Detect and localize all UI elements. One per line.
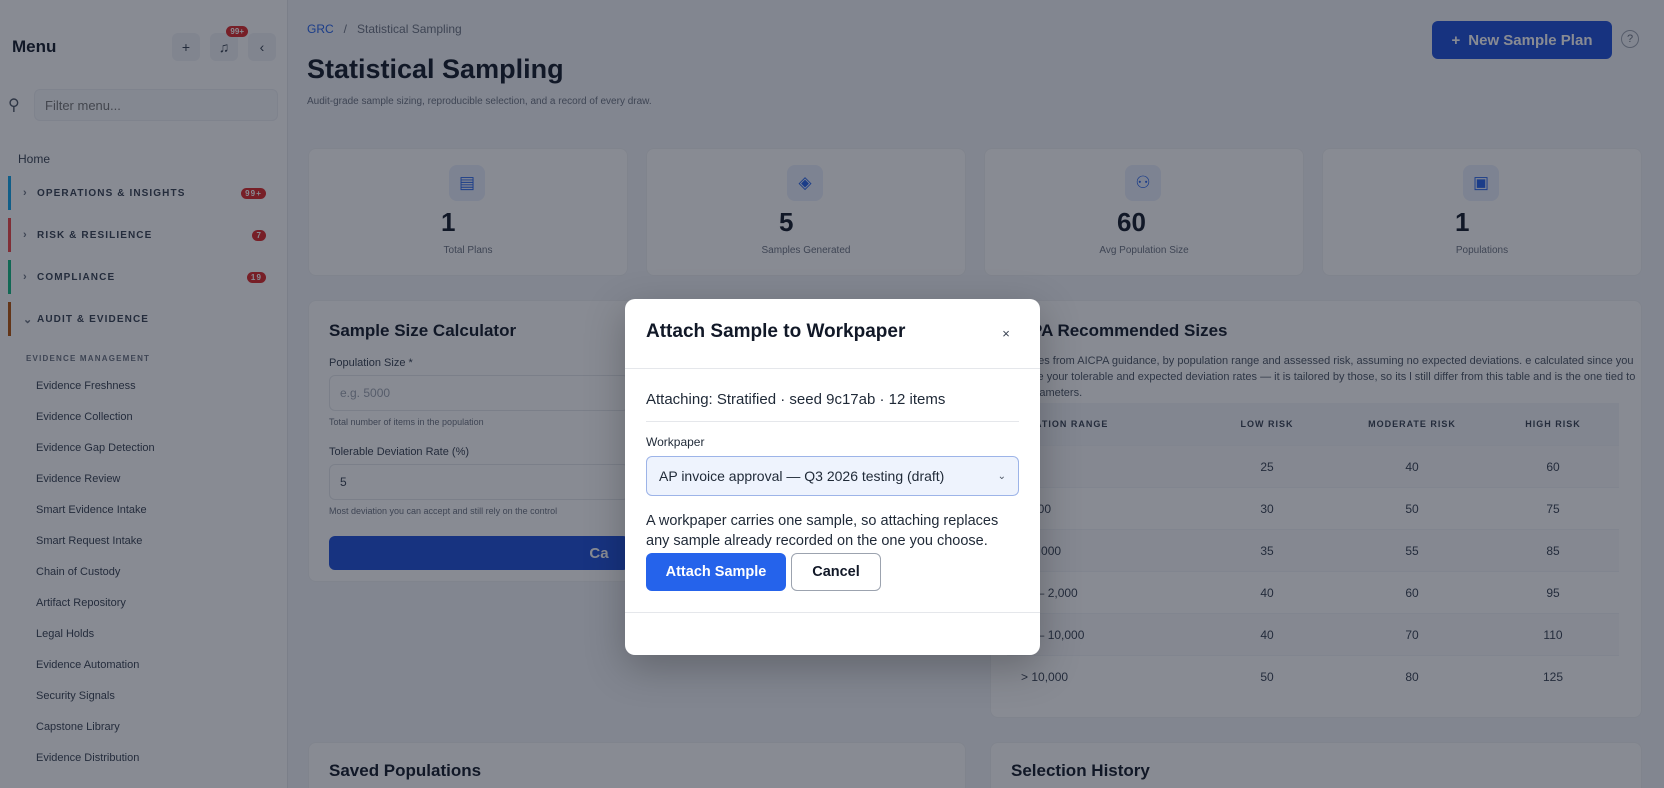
divider: [625, 612, 1040, 613]
divider: [625, 368, 1040, 369]
chevron-down-icon: ⌄: [997, 470, 1006, 482]
attaching-summary: Attaching: Stratified · seed 9c17ab · 12…: [646, 391, 946, 408]
workpaper-select[interactable]: AP invoice approval — Q3 2026 testing (d…: [646, 456, 1019, 496]
dialog-title: Attach Sample to Workpaper: [646, 321, 906, 342]
cancel-button[interactable]: Cancel: [791, 553, 881, 591]
attach-sample-dialog: Attach Sample to Workpaper × Attaching: …: [625, 299, 1040, 655]
replace-warning-text: A workpaper carries one sample, so attac…: [646, 513, 999, 549]
workpaper-selected-value: AP invoice approval — Q3 2026 testing (d…: [659, 468, 945, 484]
attach-sample-button[interactable]: Attach Sample: [646, 553, 786, 591]
workpaper-label: Workpaper: [646, 435, 705, 449]
divider: [646, 421, 1019, 422]
close-icon[interactable]: ×: [998, 325, 1014, 341]
